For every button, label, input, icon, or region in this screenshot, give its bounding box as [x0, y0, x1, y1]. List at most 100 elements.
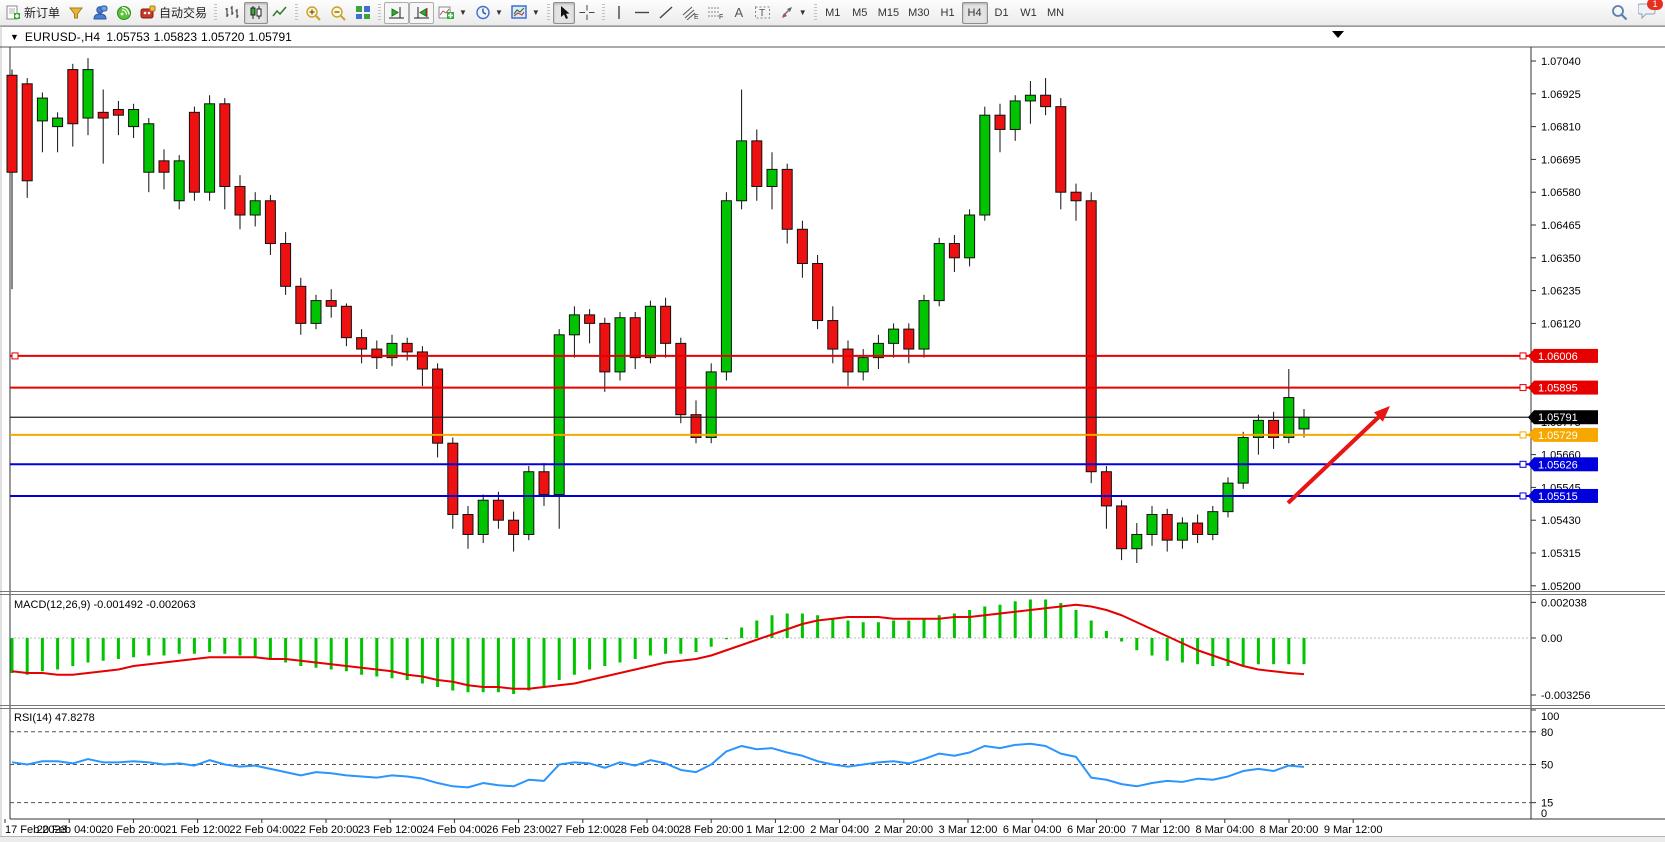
- timeframe-mn-button[interactable]: MN: [1043, 2, 1069, 24]
- candle-down: [813, 264, 823, 321]
- text-tool-icon: A: [734, 5, 743, 20]
- new-order-button[interactable]: 新订单: [2, 2, 64, 24]
- chart-shift-button[interactable]: [409, 2, 434, 24]
- bar-chart-button[interactable]: [220, 2, 244, 24]
- candle-up: [721, 201, 731, 372]
- zoom-in-icon: [305, 5, 322, 21]
- channel-tool-button[interactable]: E: [678, 2, 703, 24]
- hline-handle[interactable]: [1520, 461, 1526, 467]
- indicators-button[interactable]: ▼: [434, 2, 471, 24]
- ohlc-open: 1.05753: [106, 30, 149, 44]
- candle-down: [98, 112, 108, 118]
- zoom-out-icon: [330, 5, 347, 21]
- crosshair-tool-button[interactable]: [575, 2, 599, 24]
- timeframe-h1-button[interactable]: H1: [935, 2, 961, 24]
- candle-down: [341, 306, 351, 337]
- line-chart-button[interactable]: [268, 2, 292, 24]
- macd-histogram-bar: [497, 638, 500, 692]
- candle-up: [1132, 534, 1142, 548]
- timeframe-m1-button[interactable]: M1: [820, 2, 846, 24]
- arrows-tool-button[interactable]: ▼: [775, 2, 811, 24]
- community-button[interactable]: [88, 2, 112, 24]
- candle-down: [585, 315, 595, 324]
- macd-histogram-bar: [1029, 600, 1032, 639]
- candle-up: [706, 372, 716, 438]
- timeframe-m15-button[interactable]: M15: [874, 2, 903, 24]
- zoom-in-button[interactable]: [301, 2, 326, 24]
- macd-histogram-bar: [41, 638, 44, 671]
- macd-histogram-bar: [1211, 638, 1214, 666]
- hline-handle[interactable]: [1520, 432, 1526, 438]
- macd-histogram-bar: [588, 638, 591, 670]
- notification-badge: 1: [1647, 0, 1663, 10]
- macd-histogram-bar: [239, 638, 242, 656]
- toolbar-grip: [295, 4, 298, 22]
- autotrading-button[interactable]: 自动交易: [136, 2, 211, 24]
- candle-down: [402, 343, 412, 352]
- candle-down: [22, 84, 32, 181]
- macd-histogram-bar: [1075, 610, 1078, 638]
- chart-symbol-period: EURUSD-,H4: [25, 30, 100, 44]
- tile-windows-button[interactable]: [351, 2, 375, 24]
- auto-scroll-button[interactable]: [384, 2, 409, 24]
- horizontal-line-tool-button[interactable]: [630, 2, 654, 24]
- macd-tick-label: -0.003256: [1541, 690, 1591, 702]
- price-tick-label: 1.05315: [1541, 548, 1581, 560]
- hline-handle[interactable]: [12, 353, 18, 359]
- macd-histogram-bar: [512, 638, 515, 694]
- trendline-tool-button[interactable]: [654, 2, 678, 24]
- macd-histogram-bar: [968, 610, 971, 638]
- hline-handle[interactable]: [1520, 353, 1526, 359]
- candle-up: [478, 500, 488, 534]
- macd-histogram-bar: [1135, 638, 1138, 650]
- macd-histogram-bar: [543, 638, 546, 687]
- signals-button[interactable]: [112, 2, 136, 24]
- time-tick-label: 2 Mar 20:00: [874, 824, 933, 836]
- macd-histogram-bar: [102, 638, 105, 661]
- chart-menu-icon[interactable]: ▼: [10, 32, 19, 42]
- macd-histogram-bar: [1287, 638, 1290, 664]
- cursor-tool-button[interactable]: [553, 2, 575, 24]
- time-tick-label: 22 Feb 04:00: [229, 824, 294, 836]
- candle-down: [1101, 472, 1111, 506]
- macd-histogram-bar: [923, 619, 926, 638]
- chart-title-bar[interactable]: ▼ EURUSD-,H4 1.05753 1.05823 1.05720 1.0…: [10, 30, 292, 44]
- templates-button[interactable]: ▼: [507, 2, 544, 24]
- price-label-1.06006-text: 1.06006: [1538, 351, 1578, 363]
- fibonacci-tool-button[interactable]: F: [703, 2, 728, 24]
- equidistant-channel-icon: E: [682, 5, 699, 20]
- price-label-1.05895-text: 1.05895: [1538, 383, 1578, 395]
- hline-handle[interactable]: [1520, 385, 1526, 391]
- timeframe-d1-button[interactable]: D1: [989, 2, 1015, 24]
- candle-down: [265, 201, 275, 244]
- periods-button[interactable]: ▼: [471, 2, 507, 24]
- label-tool-button[interactable]: T: [750, 2, 775, 24]
- top-toolbar: 新订单 自动交易 ▼ ▼: [0, 0, 1665, 26]
- candle-up: [645, 306, 655, 357]
- timeframe-m5-button[interactable]: M5: [847, 2, 873, 24]
- hline-handle[interactable]: [1520, 493, 1526, 499]
- macd-histogram-bar: [71, 638, 74, 666]
- time-tick-label: 28 Feb 04:00: [615, 824, 680, 836]
- toolbar-grip: [547, 4, 550, 22]
- macd-histogram-bar: [26, 638, 29, 675]
- candle-down: [357, 338, 367, 349]
- vertical-line-tool-button[interactable]: [608, 2, 630, 24]
- candle-up: [205, 104, 215, 192]
- candle-down: [1086, 201, 1096, 472]
- market-depth-button[interactable]: [64, 2, 88, 24]
- timeframe-m30-button[interactable]: M30: [904, 2, 933, 24]
- candlestick-chart-button[interactable]: [244, 2, 268, 24]
- timeframe-h4-button[interactable]: H4: [962, 2, 988, 24]
- search-icon[interactable]: [1611, 4, 1628, 21]
- arrow-objects-icon: [779, 5, 795, 20]
- candle-down: [296, 286, 306, 323]
- dropdown-caret: ▼: [495, 8, 503, 17]
- candle-down: [417, 352, 427, 369]
- notifications-button[interactable]: 1: [1638, 2, 1657, 24]
- text-tool-button[interactable]: A: [728, 2, 750, 24]
- candle-down: [326, 301, 336, 307]
- timeframe-w1-button[interactable]: W1: [1016, 2, 1042, 24]
- zoom-out-button[interactable]: [326, 2, 351, 24]
- macd-histogram-bar: [999, 605, 1002, 638]
